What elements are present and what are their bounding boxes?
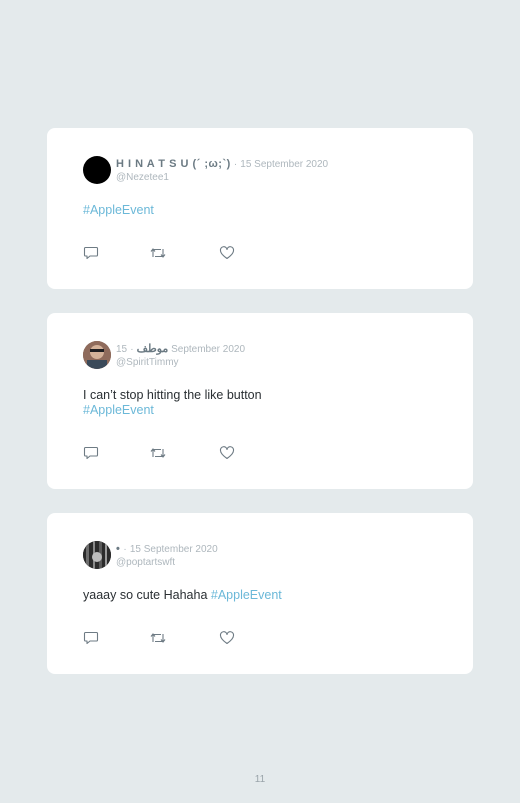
tweet-meta: H I N A T S U (´ ;ω;`) · 15 September 20… (116, 158, 328, 184)
date-separator: · (130, 344, 134, 355)
tweet-card: • · 15 September 2020 @poptartswft yaaay… (47, 513, 473, 674)
tweet-text-line: yaaay so cute Hahaha (83, 588, 208, 602)
author-name[interactable]: H I N A T S U (´ ;ω;`) (116, 158, 231, 170)
tweet-card: موطف · 15 September 2020 @SpiritTimmy I … (47, 313, 473, 489)
author-handle[interactable]: @SpiritTimmy (116, 356, 245, 369)
like-icon[interactable] (219, 246, 235, 260)
date-separator: · (123, 544, 127, 555)
tweet-meta: • · 15 September 2020 @poptartswft (116, 543, 218, 569)
author-name[interactable]: • (116, 543, 120, 555)
hashtag-link[interactable]: #AppleEvent (83, 403, 262, 418)
tweet-text: yaaay so cute Hahaha #AppleEvent (83, 588, 282, 603)
page-number: 11 (254, 774, 266, 785)
reply-icon[interactable] (83, 446, 99, 460)
tweet-text: I can’t stop hitting the like button #Ap… (83, 388, 262, 418)
date-separator: · (233, 159, 238, 170)
like-icon[interactable] (219, 631, 235, 645)
hashtag-link[interactable]: #AppleEvent (83, 203, 154, 217)
author-name[interactable]: موطف (137, 343, 169, 355)
tweet-date: 15 September 2020 (116, 344, 246, 355)
tweet-card: H I N A T S U (´ ;ω;`) · 15 September 20… (47, 128, 473, 289)
tweet-date: 15 September 2020 (240, 159, 329, 170)
reply-icon[interactable] (83, 631, 99, 645)
tweet-date: 15 September 2020 (129, 544, 218, 555)
avatar[interactable] (83, 156, 111, 184)
avatar[interactable] (83, 541, 111, 569)
author-handle[interactable]: @Nezetee1 (116, 171, 328, 184)
hashtag-link[interactable]: #AppleEvent (211, 588, 282, 602)
retweet-icon[interactable] (150, 246, 166, 260)
avatar-photo (83, 541, 111, 569)
author-handle[interactable]: @poptartswft (116, 556, 218, 569)
avatar-photo (83, 341, 111, 369)
tweet-text: #AppleEvent (83, 203, 154, 218)
retweet-icon[interactable] (150, 631, 166, 645)
tweet-text-line: I can’t stop hitting the like button (83, 388, 262, 402)
like-icon[interactable] (219, 446, 235, 460)
retweet-icon[interactable] (150, 446, 166, 460)
reply-icon[interactable] (83, 246, 99, 260)
avatar[interactable] (83, 341, 111, 369)
tweet-meta: موطف · 15 September 2020 @SpiritTimmy (116, 343, 245, 369)
